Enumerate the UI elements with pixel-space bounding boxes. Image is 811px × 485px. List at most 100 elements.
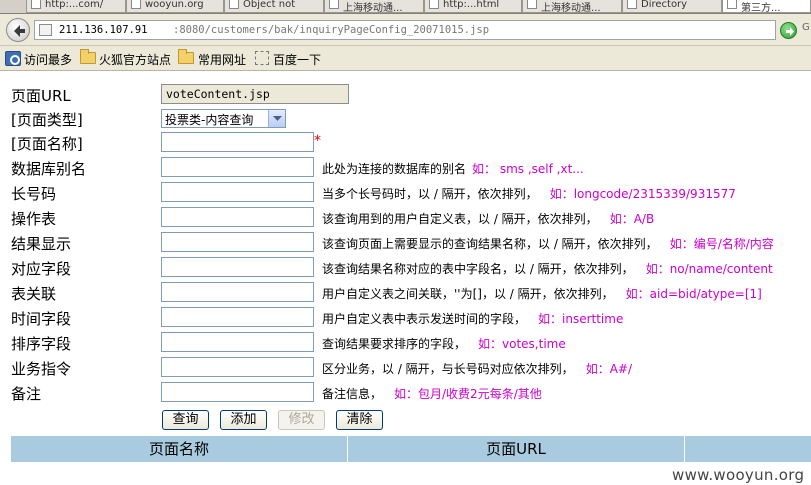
sort-field-field[interactable] xyxy=(161,332,314,352)
remark-label: 备注 xyxy=(11,385,42,403)
time-field-field[interactable] xyxy=(161,307,314,327)
business-cmd-hint: 区分业务，以 / 隔开，与长号码对应依次排列， 如：A#/ xyxy=(322,360,632,377)
sort-field-hint: 查询结果要求排序的字段， 如：votes,time xyxy=(322,335,566,352)
hint-text: 此处为连接的数据库的别名 xyxy=(322,162,467,176)
bookmark-label: 火狐官方站点 xyxy=(99,53,172,67)
url-host: 211.136.107.91 xyxy=(59,24,148,36)
field-map-label: 对应字段 xyxy=(11,260,72,278)
db-alias-field[interactable] xyxy=(161,157,314,177)
page-content: 页面URL voteContent.jsp [页面类型] 投票类-内容查询 [页… xyxy=(0,72,811,485)
tab-label: Directory xyxy=(641,0,688,10)
browser-tab[interactable]: Directory xyxy=(622,0,722,13)
browser-tab[interactable]: 上海移动通... xyxy=(324,0,424,13)
page-type-select[interactable]: 投票类-内容查询 xyxy=(161,109,286,128)
tab-label: http:...com/ xyxy=(45,0,104,10)
long-code-field[interactable] xyxy=(161,182,314,202)
page-icon xyxy=(527,0,537,9)
tab-label: 第三方... xyxy=(741,3,781,13)
image-icon xyxy=(429,0,439,9)
tab-label: wooyun.org xyxy=(145,0,204,10)
result-display-hint: 该查询页面上需要显示的查询结果名称，以 / 隔开，依次排列， 如：编号/名称/内容 xyxy=(322,235,774,252)
hint-text: 当多个长号码时，以 / 隔开，依次排列， xyxy=(322,187,538,201)
hint-text: 查询结果要求排序的字段， xyxy=(322,337,467,351)
hint-example: 如：编号/名称/内容 xyxy=(669,237,774,251)
bookmark-firefox-site[interactable]: 火狐官方站点 xyxy=(80,49,175,67)
page-icon xyxy=(329,0,339,9)
tab-label: 上海移动通... xyxy=(541,3,601,13)
hint-text: 用户自定义表之间关联，''为[]，以 / 隔开，依次排列， xyxy=(322,287,614,301)
tab-strip: http:...com/ wooyun.org Object not 上海移动通… xyxy=(0,0,811,14)
page-name-label: [页面名称] xyxy=(11,135,83,153)
go-arrow-icon xyxy=(786,27,794,36)
hint-example: 如：包月/收费2元每条/其他 xyxy=(394,387,542,401)
bookmark-baidu[interactable]: 百度一下 xyxy=(255,51,325,67)
time-field-label: 时间字段 xyxy=(11,310,72,328)
page-type-selected: 投票类-内容查询 xyxy=(165,113,254,127)
db-alias-label: 数据库别名 xyxy=(11,160,87,178)
bookmark-most-visited[interactable]: 访问最多 xyxy=(5,51,77,67)
browser-tab[interactable]: Object not xyxy=(224,0,324,13)
op-table-label: 操作表 xyxy=(11,210,57,228)
page-name-field[interactable] xyxy=(161,132,314,152)
browser-tab[interactable]: http:...html xyxy=(424,0,522,13)
query-button[interactable]: 查询 xyxy=(162,410,209,430)
page-url-field[interactable]: voteContent.jsp xyxy=(161,84,349,104)
page-icon xyxy=(31,0,41,9)
op-table-field[interactable] xyxy=(161,207,314,227)
page-icon xyxy=(229,0,239,9)
modify-button[interactable]: 修改 xyxy=(278,410,325,430)
tab-label: 上海移动通... xyxy=(343,3,403,13)
dropdown-button[interactable] xyxy=(268,110,285,127)
hint-text: 用户自定义表中表示发送时间的字段， xyxy=(322,312,527,326)
go-button[interactable] xyxy=(780,22,797,39)
hint-example: 如：A#/ xyxy=(585,362,632,376)
hint-example: 如：A/B xyxy=(609,212,655,226)
add-button[interactable]: 添加 xyxy=(220,410,267,430)
hint-example: 如：no/name/content xyxy=(645,262,773,276)
bookmark-label: 百度一下 xyxy=(273,53,322,67)
result-display-field[interactable] xyxy=(161,232,314,252)
bookmark-label: 访问最多 xyxy=(24,53,73,67)
column-header-extra xyxy=(685,436,811,462)
op-table-hint: 该查询用到的用户自定义表，以 / 隔开，依次排列， 如：A/B xyxy=(322,210,654,227)
url-path: :8080/customers/bak/inquiryPageConfig_20… xyxy=(173,24,490,36)
remark-field[interactable] xyxy=(161,382,314,402)
sort-field-label: 排序字段 xyxy=(11,335,72,353)
most-visited-icon xyxy=(5,51,21,66)
hint-text: 备注信息， xyxy=(322,387,383,401)
bookmark-label: 常用网址 xyxy=(198,53,247,67)
time-field-hint: 用户自定义表中表示发送时间的字段， 如：inserttime xyxy=(322,310,623,327)
hint-text: 该查询结果名称对应的表中字段名，以 / 隔开，依次排列， xyxy=(322,262,634,276)
browser-tab[interactable]: http:...com/ xyxy=(26,0,126,13)
hint-example: 如： sms ,self ,xt... xyxy=(472,162,584,176)
db-alias-hint: 此处为连接的数据库的别名 如： sms ,self ,xt... xyxy=(322,160,584,177)
table-join-field[interactable] xyxy=(161,282,314,302)
navigation-bar: 211.136.107.91 :8080/customers/bak/inqui… xyxy=(0,14,811,46)
back-button[interactable] xyxy=(6,18,30,42)
clear-button[interactable]: 清除 xyxy=(336,410,383,430)
chevron-down-icon xyxy=(273,116,282,121)
back-arrow-icon xyxy=(14,25,25,37)
folder-icon xyxy=(80,49,96,64)
tab-label: http:...html xyxy=(443,0,500,10)
long-code-label: 长号码 xyxy=(11,185,57,203)
site-icon xyxy=(39,24,52,36)
page-icon xyxy=(727,0,737,9)
watermark: www.wooyun.org xyxy=(672,466,805,484)
hint-text: 该查询页面上需要显示的查询结果名称，以 / 隔开，依次排列， xyxy=(322,237,658,251)
hint-example: 如：longcode/2315339/931577 xyxy=(549,187,736,201)
table-join-label: 表关联 xyxy=(11,285,57,303)
bookmarks-toolbar: 访问最多 火狐官方站点 常用网址 百度一下 xyxy=(0,46,811,71)
page-type-label: [页面类型] xyxy=(11,111,83,129)
hint-example: 如：aid=bid/atype=[1] xyxy=(625,287,762,301)
browser-tab-active[interactable]: 第三方... xyxy=(722,0,811,13)
bookmark-common-sites[interactable]: 常用网址 xyxy=(178,49,250,67)
field-map-field[interactable] xyxy=(161,257,314,277)
browser-tab[interactable]: 上海移动通... xyxy=(522,0,622,13)
page-icon xyxy=(131,0,141,9)
business-cmd-field[interactable] xyxy=(161,357,314,377)
column-header-page-url: 页面URL xyxy=(348,436,685,462)
browser-tab[interactable]: wooyun.org xyxy=(126,0,224,13)
address-bar[interactable]: 211.136.107.91 :8080/customers/bak/inqui… xyxy=(34,20,776,40)
search-engine-icon[interactable]: G xyxy=(802,22,810,33)
